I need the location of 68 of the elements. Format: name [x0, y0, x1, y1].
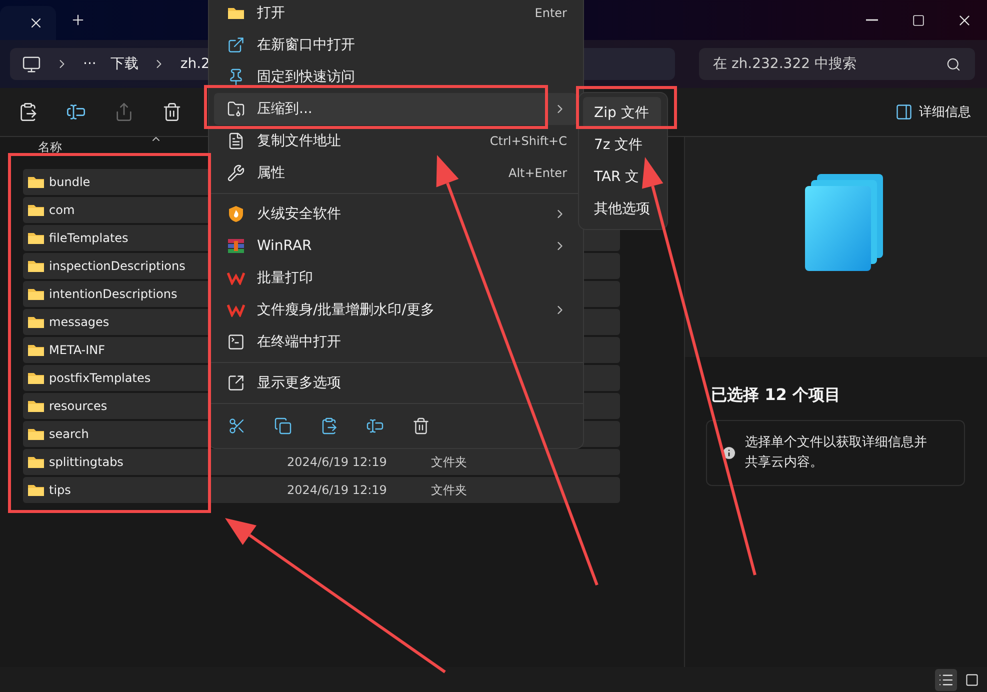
documents-icon	[805, 174, 885, 270]
search-field[interactable]: 在 zh.232.322 中搜索	[699, 48, 975, 80]
tiles-icon	[965, 672, 979, 686]
file-name: postfixTemplates	[49, 371, 151, 385]
overflow-crumb[interactable]: ···	[83, 56, 96, 72]
details-pane-icon	[895, 103, 913, 121]
file-name: intentionDescriptions	[49, 287, 178, 301]
external-link-icon	[227, 36, 245, 54]
terminal-icon	[227, 333, 245, 351]
date-cell-text: 2024/6/19 12:19	[287, 483, 388, 497]
details-button[interactable]: 详细信息	[891, 99, 975, 125]
date-cell-text: 2024/6/19 12:19	[287, 455, 388, 469]
file-name: resources	[49, 399, 108, 413]
submenu-item[interactable]: 其他选项	[583, 193, 661, 225]
rename-icon	[366, 417, 384, 435]
file-row[interactable]: splittingtabs 2024/6/19 12:19 文件夹	[23, 449, 620, 475]
column-header[interactable]: 名称	[38, 138, 62, 156]
copy-icon	[274, 417, 292, 435]
menu-item[interactable]: 批量打印	[214, 262, 577, 294]
details-view-button[interactable]	[935, 668, 957, 690]
paste-icon	[18, 102, 38, 122]
shield-icon	[227, 205, 245, 223]
file-row[interactable]: tips 2024/6/19 12:19 文件夹	[23, 477, 620, 503]
delete-icon	[162, 102, 182, 122]
paste-icon	[320, 417, 338, 435]
w-logo-icon	[227, 271, 245, 285]
breadcrumb-item[interactable]: 下载	[110, 55, 138, 73]
computer-icon	[22, 54, 41, 74]
file-name: search	[49, 427, 89, 441]
menu-item[interactable]: WinRAR	[214, 230, 577, 262]
file-name: messages	[49, 315, 110, 329]
maximize-icon	[912, 14, 924, 26]
submenu-item[interactable]: 7z 文件	[583, 129, 661, 161]
minimize-icon	[866, 19, 878, 21]
menu-item[interactable]: 复制文件地址 Ctrl+Shift+C	[214, 125, 577, 157]
menu-item[interactable]: 火绒安全软件	[214, 198, 577, 230]
zip-folder-icon	[227, 100, 245, 118]
menu-item[interactable]: 文件瘦身/批量增删水印/更多	[214, 294, 577, 326]
menu-item[interactable]: 显示更多选项	[214, 367, 577, 399]
menu-item[interactable]: 固定到快速访问	[214, 61, 577, 93]
submenu-item[interactable]: TAR 文	[583, 161, 661, 193]
menu-item[interactable]: 压缩到...	[214, 93, 577, 125]
file-name: META-INF	[49, 343, 106, 357]
menu-item[interactable]: 在终端中打开	[214, 326, 577, 358]
breadcrumb-item[interactable]: zh.2	[180, 56, 210, 72]
file-name: splittingtabs	[49, 455, 124, 469]
plus-icon	[70, 12, 86, 28]
info-text: 选择单个文件以获取详细信息并共享云内容。	[745, 434, 928, 472]
selection-title: 已选择 12 个项目	[711, 385, 842, 406]
w-logo-icon	[227, 303, 245, 317]
menu-item[interactable]: 属性 Alt+Enter	[214, 157, 577, 189]
file-name: com	[49, 203, 75, 217]
pin-icon	[227, 68, 245, 86]
delete-icon	[412, 417, 430, 435]
file-name: fileTemplates	[49, 231, 128, 245]
file-name: tips	[49, 483, 71, 497]
file-name: inspectionDescriptions	[49, 259, 186, 273]
file-name: bundle	[49, 175, 90, 189]
books-icon	[227, 237, 245, 255]
cut-icon	[228, 417, 246, 435]
search-icon	[946, 56, 961, 72]
type-cell: 文件夹	[431, 454, 467, 470]
wrench-icon	[227, 164, 245, 182]
rename-icon	[66, 102, 86, 122]
type-cell: 文件夹	[431, 482, 467, 498]
menu-item[interactable]: 在新窗口中打开	[214, 29, 577, 61]
submenu-item[interactable]: Zip 文件	[583, 97, 661, 129]
share-icon	[114, 102, 134, 122]
